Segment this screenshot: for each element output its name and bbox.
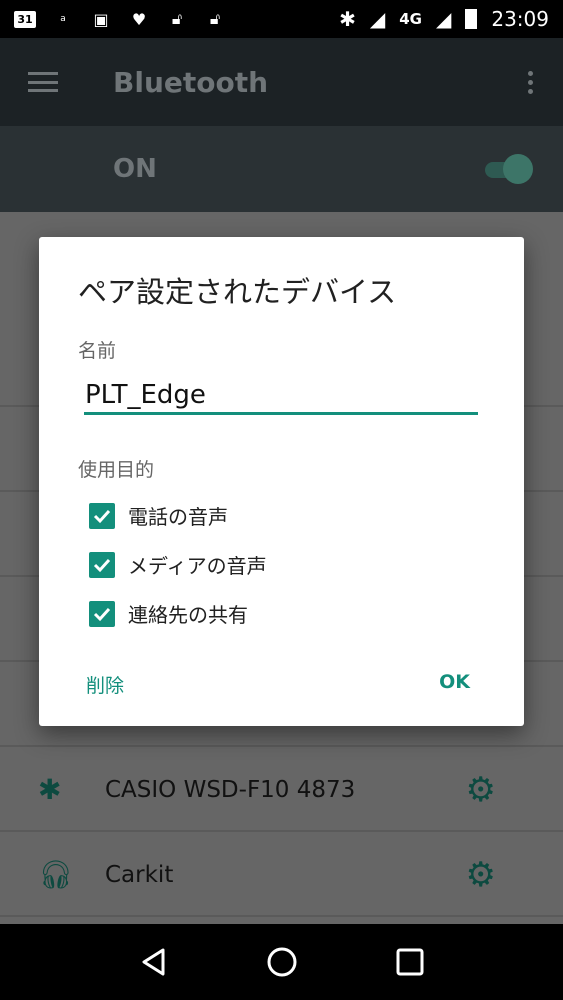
dialog-title: ペア設定されたデバイス	[78, 275, 397, 309]
device-row[interactable]: ✱ CASIO WSD-F10 4873 ⚙	[0, 747, 563, 832]
delete-button[interactable]: 削除	[86, 671, 124, 698]
check-icon[interactable]	[89, 600, 115, 627]
device-name-input[interactable]	[84, 377, 478, 415]
checkbox-media-audio[interactable]: メディアの音声	[89, 550, 267, 579]
checkbox-phone-audio[interactable]: 電話の音声	[89, 501, 228, 530]
name-label: 名前	[78, 340, 117, 362]
paired-device-dialog: ペア設定されたデバイス 名前 使用目的 電話の音声 メディアの音声 連絡先の共有…	[39, 237, 524, 726]
page-title: Bluetooth	[113, 65, 269, 99]
bluetooth-icon: ✱	[38, 773, 62, 806]
heart-icon: ♥	[131, 9, 147, 29]
check-icon[interactable]	[89, 502, 115, 529]
check-icon[interactable]	[89, 551, 115, 578]
image-icon: ▣	[93, 9, 109, 29]
clock: 23:09	[491, 7, 549, 31]
calendar-icon: 31	[14, 8, 36, 30]
network-type: 4G	[399, 10, 422, 28]
amazon-icon: a	[60, 14, 66, 24]
recents-icon[interactable]	[395, 947, 425, 977]
bluetooth-switch-bar[interactable]: ON	[0, 126, 563, 212]
checkbox-contact-sharing[interactable]: 連絡先の共有	[89, 599, 248, 628]
headset-icon: 🎧︎	[38, 858, 74, 891]
menu-icon[interactable]	[28, 72, 58, 92]
usage-label: 使用目的	[78, 459, 155, 481]
signal-icon: ◢	[369, 7, 386, 31]
switch-label: ON	[113, 154, 157, 184]
bluetooth-toggle[interactable]	[483, 154, 533, 184]
unlock-icon: 🔓︎	[209, 9, 221, 28]
unlock-icon: 🔓︎	[171, 9, 183, 28]
navigation-bar	[0, 924, 563, 1000]
toolbar: Bluetooth	[0, 38, 563, 126]
gear-icon[interactable]: ⚙	[466, 855, 496, 895]
gear-icon[interactable]: ⚙	[466, 770, 496, 810]
bluetooth-icon: ✱	[339, 7, 356, 31]
ok-button[interactable]: OK	[439, 671, 470, 693]
device-row[interactable]: 🎧︎ Carkit ⚙	[0, 832, 563, 917]
battery-icon	[465, 9, 478, 29]
status-bar: 31 a ▣ ♥ 🔓︎ 🔓︎ ✱ ◢ 4G ◢ 23:09	[0, 0, 563, 38]
device-name: CASIO WSD-F10 4873	[105, 776, 356, 803]
more-options-icon[interactable]	[528, 70, 533, 94]
home-icon[interactable]	[266, 946, 298, 978]
back-icon[interactable]	[139, 946, 169, 978]
device-name: Carkit	[105, 861, 174, 888]
signal-icon: ◢	[435, 7, 452, 31]
